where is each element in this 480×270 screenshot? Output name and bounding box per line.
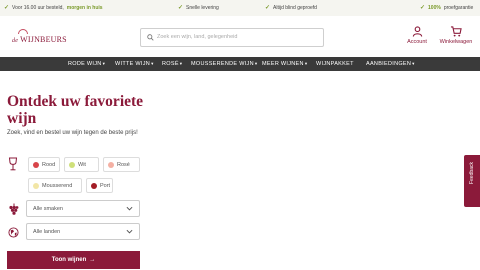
user-icon <box>412 26 422 37</box>
hero-section: Ontdek uw favoriete wijn Zoek, vind en b… <box>0 71 480 270</box>
logo-mark-icon <box>18 29 28 34</box>
nav-item-label: WITTE WIJN <box>115 61 151 67</box>
chevron-down-icon: ▾ <box>151 61 154 66</box>
nav-item-red-wine[interactable]: RODE WIJN▾ <box>68 61 105 67</box>
usp-guarantee: ✓ 100% proefgarantie <box>420 4 474 12</box>
filter-chip-white[interactable]: Wit <box>64 157 99 172</box>
chip-label: Mousserend <box>42 182 73 189</box>
usp-text: Altijd blind geproefd <box>273 4 317 11</box>
usp-fast: ✓ Snelle levering <box>178 4 219 12</box>
check-icon: ✓ <box>420 5 426 11</box>
check-icon: ✓ <box>178 5 184 11</box>
chip-label: Rood <box>42 161 56 168</box>
logo-prefix: de <box>12 38 19 44</box>
search-input[interactable]: Zoek een wijn, land, gelegenheid <box>140 28 324 47</box>
check-icon: ✓ <box>4 5 10 11</box>
wine-glass-icon <box>8 157 18 171</box>
filter-chip-port[interactable]: Port <box>86 178 113 193</box>
filter-chip-red[interactable]: Rood <box>28 157 60 172</box>
search-icon <box>147 34 154 41</box>
color-dot-icon <box>33 161 39 168</box>
filter-chip-sparkling[interactable]: Mousserend <box>28 178 82 193</box>
color-dot-icon <box>33 182 39 189</box>
chip-label: Wit <box>78 161 86 168</box>
chevron-down-icon: ▾ <box>179 61 183 66</box>
show-wines-button[interactable]: Toon wijnen → <box>7 251 140 269</box>
logo[interactable]: de WIJNBEURS <box>12 29 67 44</box>
hero-subtitle: Zoek, vind en bestel uw wijn tegen de be… <box>7 130 138 136</box>
hero-title: Ontdek uw favoriete wijn <box>7 93 144 127</box>
chevron-down-icon <box>126 206 133 211</box>
select-value: Alle smaken <box>33 206 63 212</box>
cart-label: Winkelwagen <box>439 39 473 45</box>
country-select[interactable]: Alle landen <box>26 223 140 240</box>
taste-select[interactable]: Alle smaken <box>26 200 140 217</box>
usp-tasted: ✓ Altijd blind geproefd <box>265 4 317 12</box>
chip-label: Rosé <box>117 161 130 168</box>
logo-name: WIJNBEURS <box>20 35 67 44</box>
feedback-tab[interactable]: Feedback <box>464 155 480 207</box>
chip-label: Port <box>100 182 111 189</box>
select-value: Alle landen <box>33 229 61 235</box>
globe-icon <box>8 227 19 238</box>
usp-text: proefgarantie <box>443 4 474 11</box>
chevron-down-icon: ▾ <box>254 61 258 66</box>
chevron-down-icon: ▾ <box>304 61 308 66</box>
account-label: Account <box>407 39 427 45</box>
usp-bar: ✓ Voor 16.00 uur besteld, morgen in huis… <box>0 0 480 16</box>
usp-text: Snelle levering <box>186 4 219 11</box>
grapes-icon <box>9 203 19 215</box>
main-nav: RODE WIJN▾ WITTE WIJN▾ ROSÉ▾ MOUSSERENDE… <box>0 57 480 71</box>
cta-label: Toon wijnen <box>51 257 87 263</box>
arrow-right-icon: → <box>89 257 96 263</box>
nav-item-label: WIJNPAKKET <box>316 61 354 67</box>
color-dot-icon <box>69 161 75 168</box>
account-button[interactable]: Account <box>399 26 435 45</box>
search-placeholder: Zoek een wijn, land, gelegenheid <box>157 34 238 40</box>
nav-item-sparkling[interactable]: MOUSSERENDE WIJN▾ <box>191 61 257 67</box>
color-dot-icon <box>108 161 114 168</box>
nav-item-rose[interactable]: ROSÉ▾ <box>162 61 182 67</box>
chevron-down-icon: ▾ <box>412 61 415 66</box>
site-header: de WIJNBEURS Zoek een wijn, land, gelege… <box>0 16 480 57</box>
nav-item-label: MOUSSERENDE WIJN <box>191 61 254 67</box>
usp-text: Voor 16.00 uur besteld, <box>12 4 64 11</box>
nav-item-label: MEER WIJNEN <box>262 61 304 67</box>
nav-item-label: RODE WIJN <box>68 61 102 67</box>
nav-item-label: ROSÉ <box>162 61 179 67</box>
nav-item-white-wine[interactable]: WITTE WIJN▾ <box>115 61 154 67</box>
feedback-label: Feedback <box>469 162 475 184</box>
chevron-down-icon <box>126 229 133 234</box>
cart-icon <box>450 26 462 37</box>
usp-highlight: morgen in huis <box>66 4 103 11</box>
chevron-down-icon: ▾ <box>102 61 106 66</box>
usp-delivery: ✓ Voor 16.00 uur besteld, morgen in huis <box>4 4 103 12</box>
color-dot-icon <box>91 182 97 189</box>
nav-item-wine-package[interactable]: WIJNPAKKET <box>316 61 354 67</box>
check-icon: ✓ <box>265 5 271 11</box>
nav-item-more-wines[interactable]: MEER WIJNEN▾ <box>262 61 307 67</box>
cart-button[interactable]: Winkelwagen <box>438 26 474 45</box>
nav-item-offers[interactable]: AANBIEDINGEN▾ <box>366 61 415 67</box>
usp-highlight: 100% <box>428 4 441 11</box>
filter-chip-rose[interactable]: Rosé <box>103 157 140 172</box>
nav-item-label: AANBIEDINGEN <box>366 61 412 67</box>
